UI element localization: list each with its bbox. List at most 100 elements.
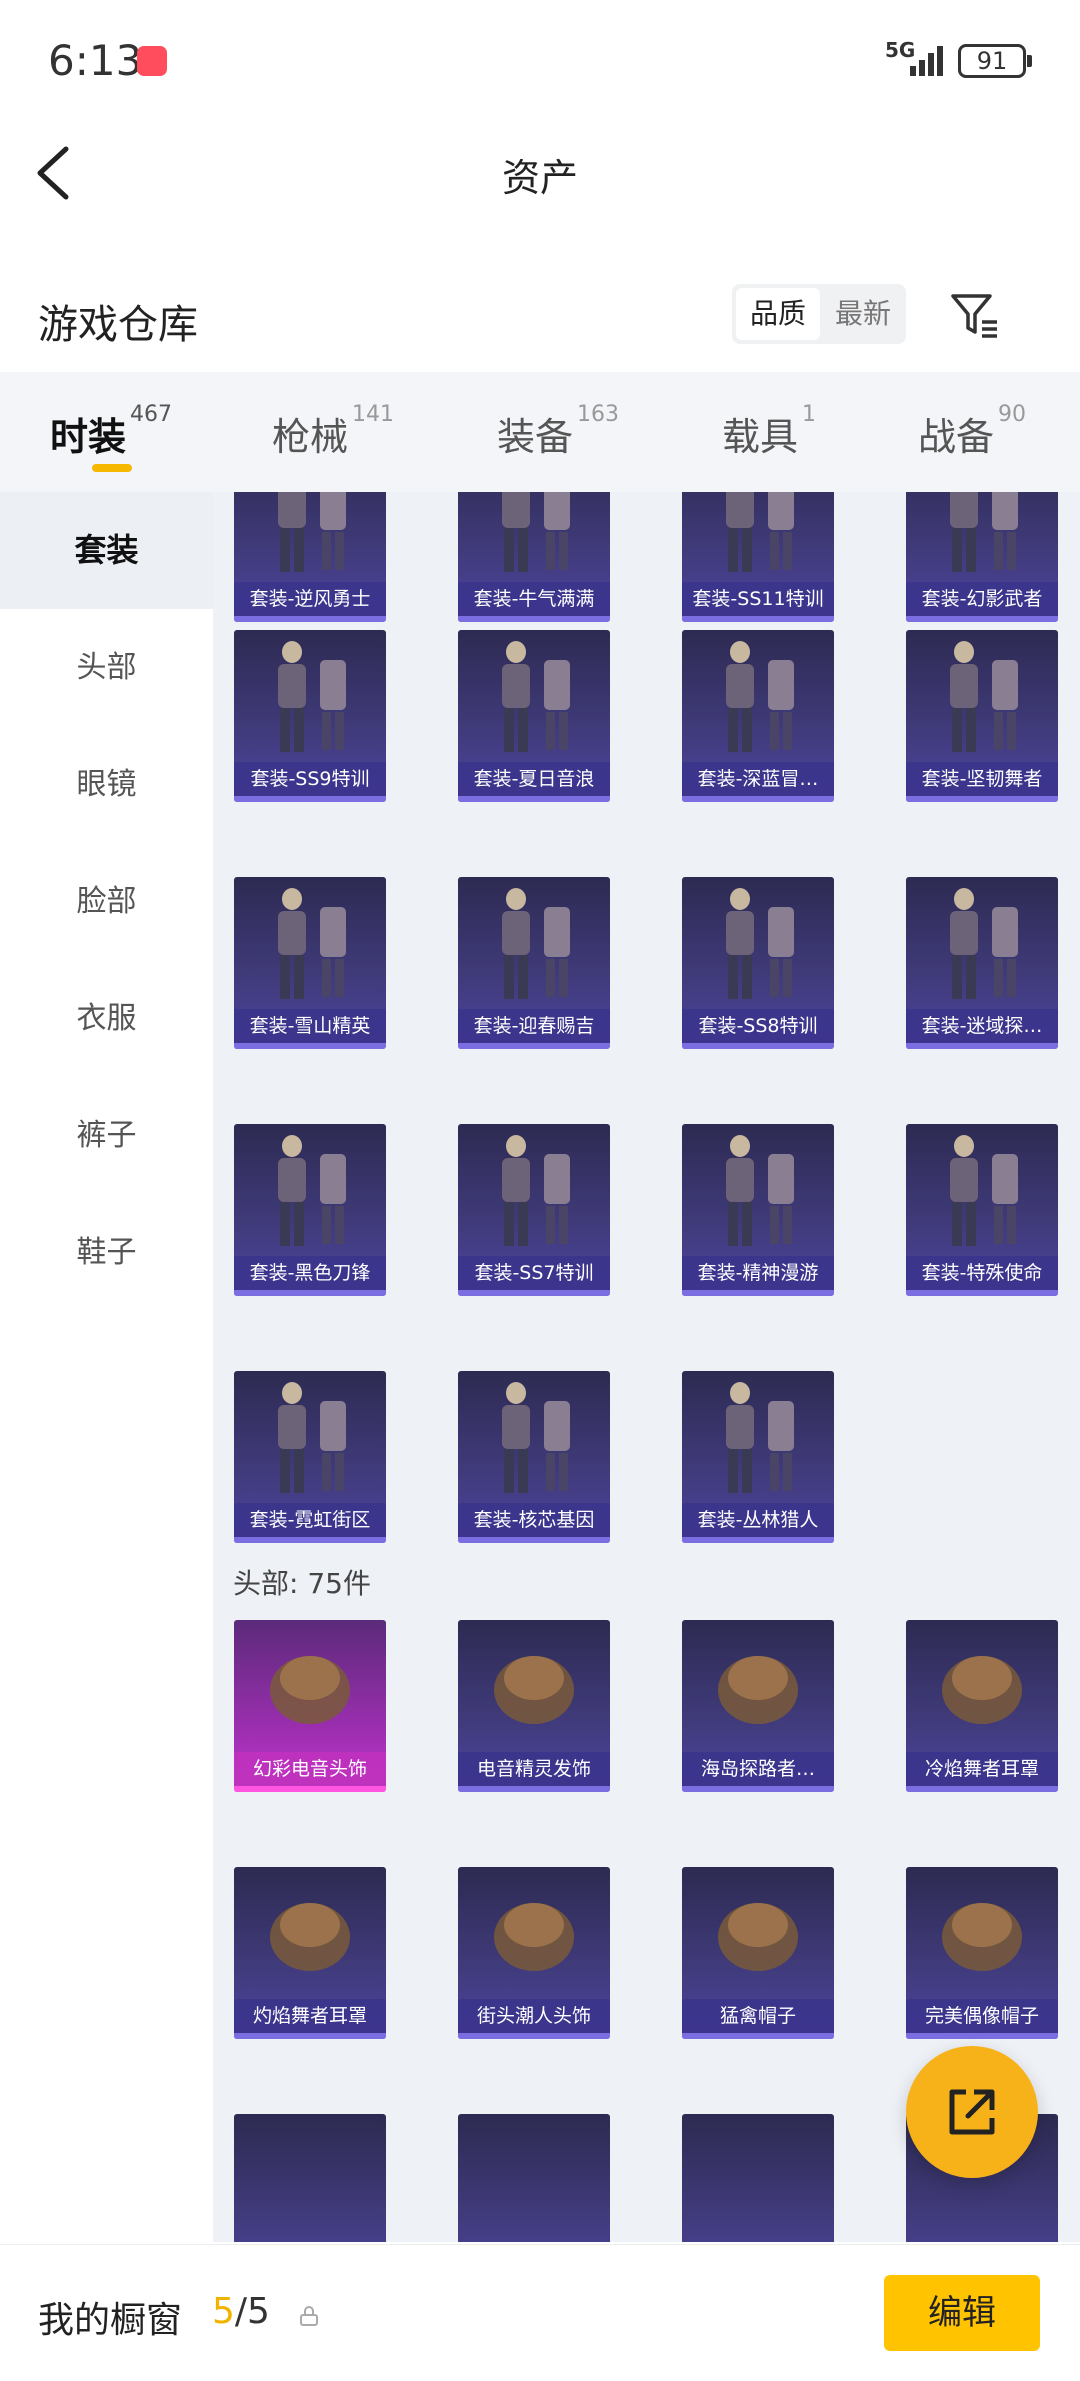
head-item-card[interactable]: 街头潮人头饰 bbox=[458, 1867, 610, 2039]
head-item-card[interactable]: 完美偶像帽子 bbox=[906, 1867, 1058, 2039]
sidebar-item-head[interactable]: 头部 bbox=[0, 609, 213, 726]
suit-card[interactable]: 套装-SS9特训 bbox=[234, 630, 386, 802]
sidebar-item-shoes[interactable]: 鞋子 bbox=[0, 1194, 213, 1311]
sort-toggle: 品质 最新 bbox=[732, 284, 906, 344]
rarity-bar bbox=[458, 1786, 610, 1792]
suit-card[interactable]: 套装-夏日音浪 bbox=[458, 630, 610, 802]
suit-card[interactable]: 套装-迷域探… bbox=[906, 877, 1058, 1049]
sidebar-item-clothes[interactable]: 衣服 bbox=[0, 960, 213, 1077]
category-tabs: 时装467 枪械141 装备163 载具1 战备90 bbox=[0, 372, 1080, 492]
head-thumbnail bbox=[942, 1903, 1022, 1971]
suit-card[interactable]: 套装-迎春赐吉 bbox=[458, 877, 610, 1049]
outfit-thumbnail bbox=[502, 492, 570, 572]
head-item-card[interactable] bbox=[234, 2114, 386, 2242]
suit-card[interactable]: 套装-SS7特训 bbox=[458, 1124, 610, 1296]
rarity-bar bbox=[906, 2033, 1058, 2039]
rarity-bar bbox=[234, 1786, 386, 1792]
outfit-thumbnail bbox=[278, 1135, 346, 1246]
suit-card[interactable]: 套装-黑色刀锋 bbox=[234, 1124, 386, 1296]
suit-card[interactable]: 套装-深蓝冒… bbox=[682, 630, 834, 802]
item-label: 猛禽帽子 bbox=[682, 1999, 834, 2033]
sidebar-item-face[interactable]: 脸部 bbox=[0, 843, 213, 960]
item-label: 完美偶像帽子 bbox=[906, 1999, 1058, 2033]
sort-quality-button[interactable]: 品质 bbox=[736, 288, 820, 340]
outfit-thumbnail bbox=[502, 1382, 570, 1493]
head-item-card[interactable]: 灼焰舞者耳罩 bbox=[234, 1867, 386, 2039]
item-label: 海岛探路者… bbox=[682, 1752, 834, 1786]
tab-vehicles[interactable]: 载具1 bbox=[722, 402, 816, 461]
rarity-bar bbox=[234, 1043, 386, 1049]
rarity-bar bbox=[234, 1537, 386, 1543]
head-item-card[interactable]: 幻彩电音头饰 bbox=[234, 1620, 386, 1792]
head-section-title: 头部: 75件 bbox=[233, 1567, 371, 1600]
battery-tip bbox=[1027, 55, 1032, 67]
head-item-card[interactable]: 冷焰舞者耳罩 bbox=[906, 1620, 1058, 1792]
rarity-bar bbox=[458, 2033, 610, 2039]
head-item-card[interactable]: 海岛探路者… bbox=[682, 1620, 834, 1792]
item-label: 幻彩电音头饰 bbox=[234, 1752, 386, 1786]
suit-card[interactable]: 套装-牛气满满 bbox=[458, 492, 610, 622]
item-label: 套装-SS11特训 bbox=[682, 582, 834, 616]
rarity-bar bbox=[906, 796, 1058, 802]
rarity-bar bbox=[458, 616, 610, 622]
page-title: 资产 bbox=[501, 156, 578, 200]
outfit-thumbnail bbox=[278, 492, 346, 572]
head-thumbnail bbox=[494, 1656, 574, 1724]
rarity-bar bbox=[906, 616, 1058, 622]
item-label: 套装-雪山精英 bbox=[234, 1009, 386, 1043]
item-label: 套装-核芯基因 bbox=[458, 1503, 610, 1537]
head-item-card[interactable]: 猛禽帽子 bbox=[682, 1867, 834, 2039]
share-button[interactable] bbox=[906, 2046, 1038, 2178]
item-label: 电音精灵发饰 bbox=[458, 1752, 610, 1786]
outfit-thumbnail bbox=[950, 1135, 1018, 1246]
item-label: 套装-逆风勇士 bbox=[234, 582, 386, 616]
sort-newest-button[interactable]: 最新 bbox=[824, 288, 902, 340]
sidebar-item-suits[interactable]: 套装 bbox=[0, 492, 213, 609]
tab-fashion[interactable]: 时装467 bbox=[50, 402, 172, 461]
suit-card[interactable]: 套装-精神漫游 bbox=[682, 1124, 834, 1296]
outfit-thumbnail bbox=[726, 641, 794, 752]
blank-thumbnail bbox=[682, 2114, 834, 2242]
item-label: 套装-坚韧舞者 bbox=[906, 762, 1058, 796]
head-item-card[interactable] bbox=[682, 2114, 834, 2242]
sidebar-item-glasses[interactable]: 眼镜 bbox=[0, 726, 213, 843]
head-thumbnail bbox=[270, 1903, 350, 1971]
suit-card[interactable]: 套装-霓虹街区 bbox=[234, 1371, 386, 1543]
suit-card[interactable]: 套装-丛林猎人 bbox=[682, 1371, 834, 1543]
item-label: 街头潮人头饰 bbox=[458, 1999, 610, 2033]
head-item-card[interactable] bbox=[458, 2114, 610, 2242]
rarity-bar bbox=[682, 2033, 834, 2039]
item-label: 套装-精神漫游 bbox=[682, 1256, 834, 1290]
tab-guns[interactable]: 枪械141 bbox=[272, 402, 394, 461]
rarity-bar bbox=[234, 1290, 386, 1296]
rarity-bar bbox=[234, 796, 386, 802]
outfit-thumbnail bbox=[726, 888, 794, 999]
item-label: 套装-特殊使命 bbox=[906, 1256, 1058, 1290]
item-label: 套装-迎春赐吉 bbox=[458, 1009, 610, 1043]
suit-card[interactable]: 套装-幻影武者 bbox=[906, 492, 1058, 622]
rarity-bar bbox=[682, 616, 834, 622]
nav-bar: 资产 bbox=[0, 125, 1080, 225]
suit-card[interactable]: 套装-逆风勇士 bbox=[234, 492, 386, 622]
edit-button[interactable]: 编辑 bbox=[884, 2275, 1040, 2351]
head-thumbnail bbox=[494, 1903, 574, 1971]
suit-card[interactable]: 套装-SS8特训 bbox=[682, 877, 834, 1049]
head-item-card[interactable]: 电音精灵发饰 bbox=[458, 1620, 610, 1792]
rarity-bar bbox=[906, 1786, 1058, 1792]
tab-combat-prep[interactable]: 战备90 bbox=[918, 402, 1026, 461]
battery-icon: 91 bbox=[958, 44, 1026, 78]
item-label: 灼焰舞者耳罩 bbox=[234, 1999, 386, 2033]
suit-card[interactable]: 套装-雪山精英 bbox=[234, 877, 386, 1049]
filter-icon[interactable] bbox=[950, 290, 1000, 340]
outfit-thumbnail bbox=[726, 492, 794, 572]
suit-card[interactable]: 套装-核芯基因 bbox=[458, 1371, 610, 1543]
sidebar-item-pants[interactable]: 裤子 bbox=[0, 1077, 213, 1194]
suit-card[interactable]: 套装-坚韧舞者 bbox=[906, 630, 1058, 802]
item-label: 套装-深蓝冒… bbox=[682, 762, 834, 796]
tab-equipment[interactable]: 装备163 bbox=[497, 402, 619, 461]
suit-card[interactable]: 套装-SS11特训 bbox=[682, 492, 834, 622]
warehouse-header: 游戏仓库 品质 最新 bbox=[0, 270, 1080, 370]
item-label: 套装-霓虹街区 bbox=[234, 1503, 386, 1537]
rarity-bar bbox=[458, 1537, 610, 1543]
suit-card[interactable]: 套装-特殊使命 bbox=[906, 1124, 1058, 1296]
